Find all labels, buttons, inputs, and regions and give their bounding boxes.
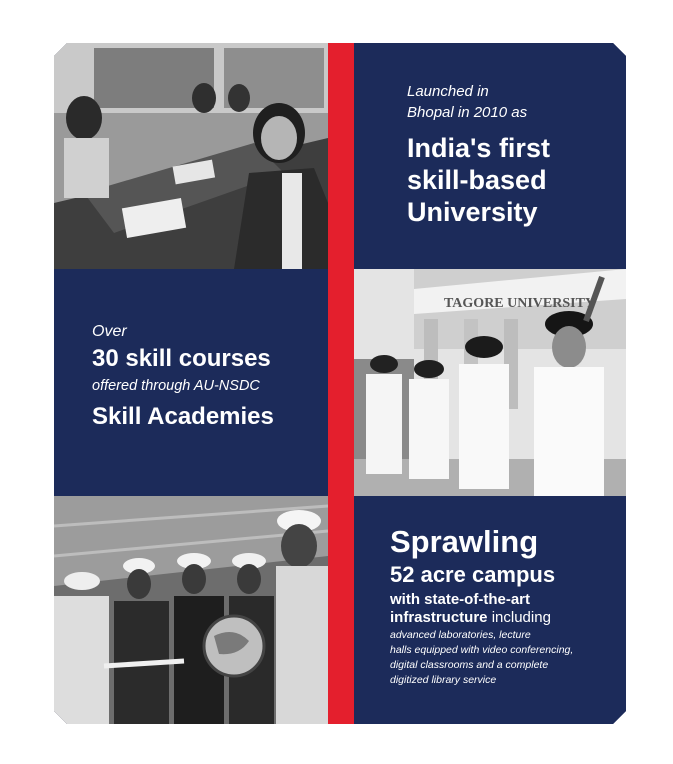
courses-intro-line: Over xyxy=(92,323,127,340)
skill-courses-panel: Over 30 skill courses offered through AU… xyxy=(54,269,328,496)
launch-headline-line-3: University xyxy=(407,197,538,227)
campus-detail-line-4: digitized library service xyxy=(390,674,497,686)
university-sign-text: TAGORE UNIVERSITY xyxy=(444,296,595,311)
red-divider-bar xyxy=(328,43,354,724)
launch-info-panel: Launched in Bhopal in 2010 as India's fi… xyxy=(354,43,626,269)
campus-detail-line-3: digital classrooms and a complete xyxy=(390,659,549,671)
launch-headline-line-1: India's first xyxy=(407,133,550,163)
campus-bold-line-2: infrastructure including xyxy=(390,609,551,626)
courses-subline: offered through AU-NSDC xyxy=(92,378,260,394)
campus-info-panel: Sprawling 52 acre campus with state-of-t… xyxy=(354,496,626,724)
campus-headline-1: Sprawling xyxy=(390,524,539,559)
academies-headline: Skill Academies xyxy=(92,403,274,430)
launch-intro-line-2: Bhopal in 2010 as xyxy=(407,104,528,121)
students-at-library-table-photo xyxy=(54,43,328,269)
campus-bold-line-1: with state-of-the-art xyxy=(390,591,530,608)
including-text: including xyxy=(487,609,551,626)
launch-headline-line-2: skill-based xyxy=(407,165,547,195)
courses-headline: 30 skill courses xyxy=(92,345,271,372)
students-in-hard-hats-with-globe-photo xyxy=(54,496,328,724)
infrastructure-text: infrastructure xyxy=(390,609,488,626)
launch-intro-line-1: Launched in xyxy=(407,83,489,100)
ncc-cadets-tagore-university-photo: TAGORE UNIVERSITY xyxy=(354,269,626,496)
campus-headline-2: 52 acre campus xyxy=(390,562,556,587)
brochure-card: Launched in Bhopal in 2010 as India's fi… xyxy=(54,43,626,724)
campus-detail-line-2: halls equipped with video conferencing, xyxy=(390,644,574,656)
campus-detail-line-1: advanced laboratories, lecture xyxy=(390,629,531,641)
